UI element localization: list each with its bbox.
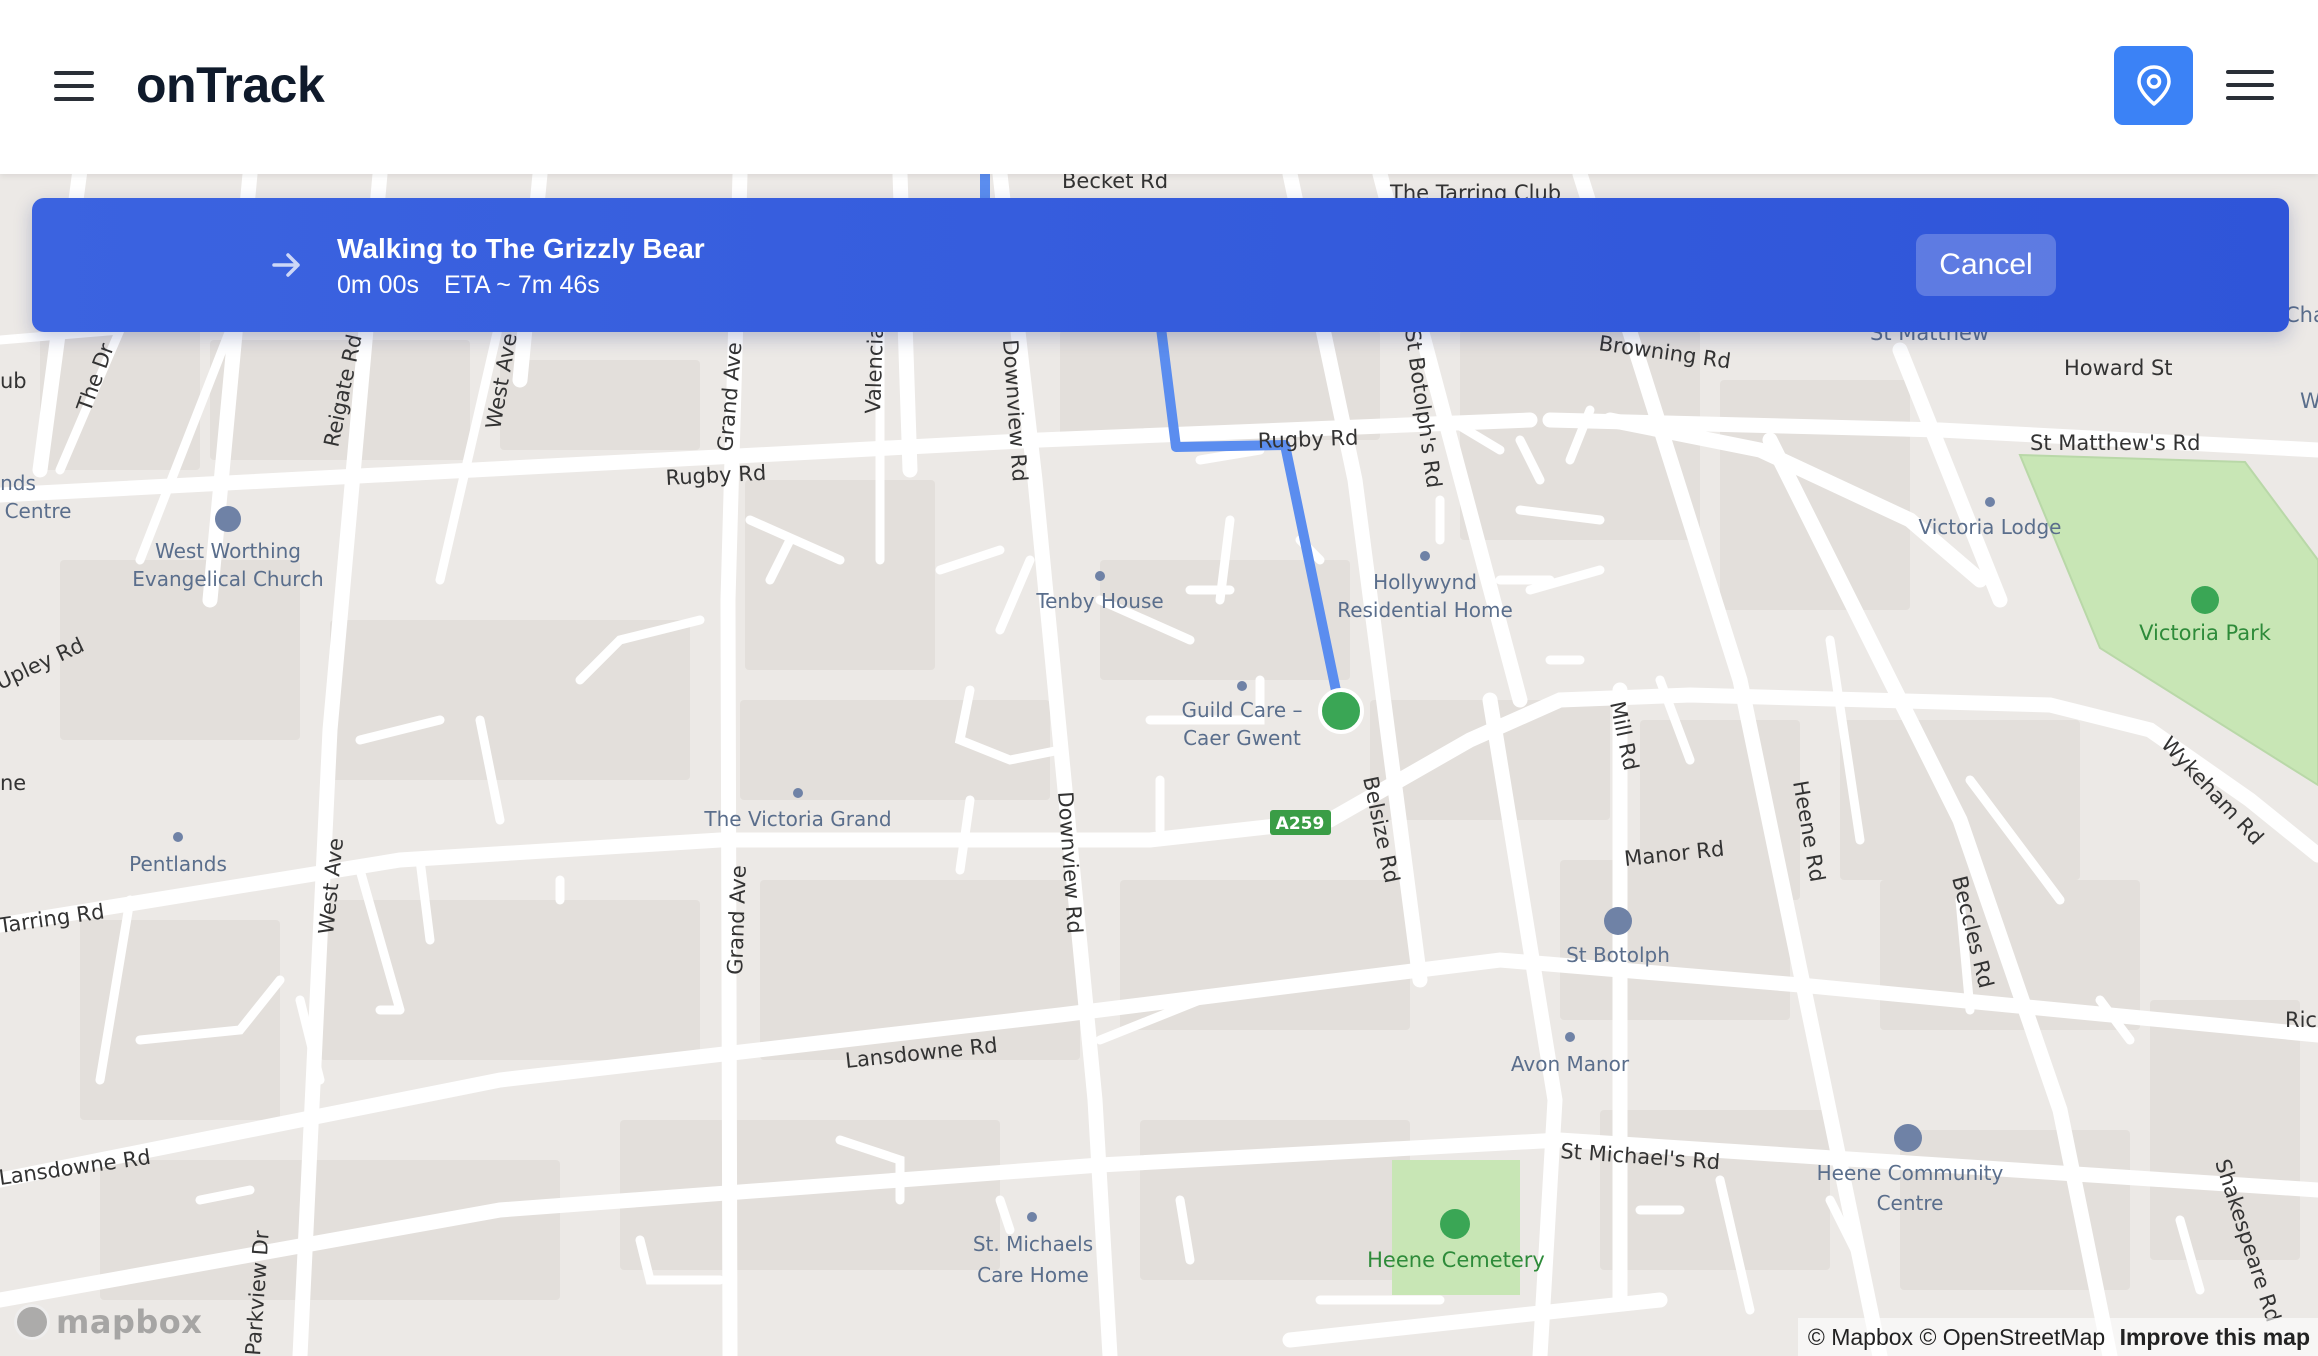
poi-label: Centre bbox=[1877, 1191, 1944, 1215]
map-canvas[interactable]: A259 Becket Rd The Tarring Club Browning… bbox=[0, 174, 2318, 1356]
elapsed-time: 0m 00s bbox=[337, 271, 419, 299]
community-centre-icon bbox=[1894, 1124, 1922, 1152]
road-badge-label: A259 bbox=[1276, 814, 1325, 834]
park-tree-icon bbox=[2191, 586, 2219, 614]
park-label: Heene Cemetery bbox=[1367, 1248, 1545, 1272]
cemetery-icon bbox=[1440, 1209, 1470, 1239]
sidebar-menu-icon[interactable] bbox=[54, 71, 94, 101]
user-location-marker bbox=[1318, 688, 1364, 734]
mapbox-attribution-link[interactable]: © Mapbox bbox=[1808, 1324, 1913, 1350]
poi-dot bbox=[1985, 497, 1995, 507]
church-icon bbox=[1604, 907, 1632, 935]
mapbox-logo[interactable]: mapbox bbox=[14, 1302, 202, 1342]
poi-dot bbox=[1565, 1032, 1575, 1042]
street-label: Grand Ave bbox=[723, 865, 751, 975]
poi-label: Centre bbox=[5, 499, 72, 523]
mapbox-logo-text: mapbox bbox=[56, 1303, 203, 1341]
poi-dot bbox=[173, 832, 183, 842]
menu-bar bbox=[2226, 96, 2274, 100]
poi-label: Hollywynd bbox=[1373, 570, 1477, 594]
main-menu-icon[interactable] bbox=[2226, 70, 2274, 100]
menu-bar bbox=[2226, 83, 2274, 87]
street-label: ub bbox=[0, 369, 27, 393]
locate-button[interactable] bbox=[2114, 46, 2193, 125]
poi-label: Caer Gwent bbox=[1183, 726, 1301, 750]
poi-dot bbox=[1237, 681, 1247, 691]
poi-label: St. Michaels bbox=[973, 1232, 1093, 1256]
poi-label: St Botolph bbox=[1566, 943, 1670, 967]
street-label: Valencia bbox=[861, 325, 888, 414]
poi-label: nds bbox=[0, 471, 36, 495]
app-header: onTrack bbox=[0, 0, 2318, 174]
poi-label: Victoria Lodge bbox=[1919, 515, 2062, 539]
arrow-right-icon bbox=[272, 253, 300, 277]
poi-label: Evangelical Church bbox=[132, 567, 323, 591]
poi-label: Pentlands bbox=[129, 852, 227, 876]
mapbox-logo-icon bbox=[14, 1304, 50, 1340]
app-title: onTrack bbox=[136, 57, 325, 113]
poi-label: Tenby House bbox=[1035, 589, 1163, 613]
park-label: Victoria Park bbox=[2139, 621, 2272, 645]
poi-label: Guild Care – bbox=[1181, 698, 1302, 722]
map-pin-icon bbox=[2136, 64, 2171, 106]
poi-dot bbox=[1095, 571, 1105, 581]
poi-dot bbox=[793, 788, 803, 798]
map-attribution: © Mapbox © OpenStreetMap Improve this ma… bbox=[1797, 1318, 2318, 1356]
navigation-status: 0m 00s ETA ~ 7m 46s bbox=[337, 271, 600, 300]
street-label: ne bbox=[0, 771, 26, 795]
poi-label: Residential Home bbox=[1337, 598, 1513, 622]
menu-bar bbox=[2226, 70, 2274, 74]
poi-label: Heene Community bbox=[1817, 1161, 2004, 1185]
cancel-button[interactable]: Cancel bbox=[1916, 234, 2056, 296]
improve-map-link[interactable]: Improve this map bbox=[2120, 1324, 2310, 1350]
poi-label: Avon Manor bbox=[1511, 1052, 1630, 1076]
street-label: Ric bbox=[2285, 1008, 2317, 1032]
osm-attribution-link[interactable]: © OpenStreetMap bbox=[1919, 1324, 2105, 1350]
poi-dot bbox=[1027, 1212, 1037, 1222]
menu-bar bbox=[54, 84, 94, 88]
street-label: Cha bbox=[2285, 303, 2318, 327]
street-label: Rugby Rd bbox=[1257, 425, 1358, 452]
poi-label: Care Home bbox=[977, 1263, 1089, 1287]
street-label: Becket Rd bbox=[1062, 174, 1168, 193]
navigation-title: Walking to The Grizzly Bear bbox=[337, 233, 705, 264]
menu-bar bbox=[54, 97, 94, 101]
menu-bar bbox=[54, 71, 94, 75]
poi-label: The Victoria Grand bbox=[703, 807, 891, 831]
church-icon bbox=[215, 506, 241, 532]
poi-dot bbox=[1420, 551, 1430, 561]
street-label: W bbox=[2300, 389, 2318, 413]
street-label: St Matthew's Rd bbox=[2030, 431, 2200, 455]
eta-text: ETA ~ 7m 46s bbox=[443, 271, 600, 299]
poi-label: West Worthing bbox=[155, 539, 301, 563]
street-label: Howard St bbox=[2064, 356, 2173, 380]
map-view[interactable]: A259 Becket Rd The Tarring Club Browning… bbox=[0, 174, 2318, 1356]
